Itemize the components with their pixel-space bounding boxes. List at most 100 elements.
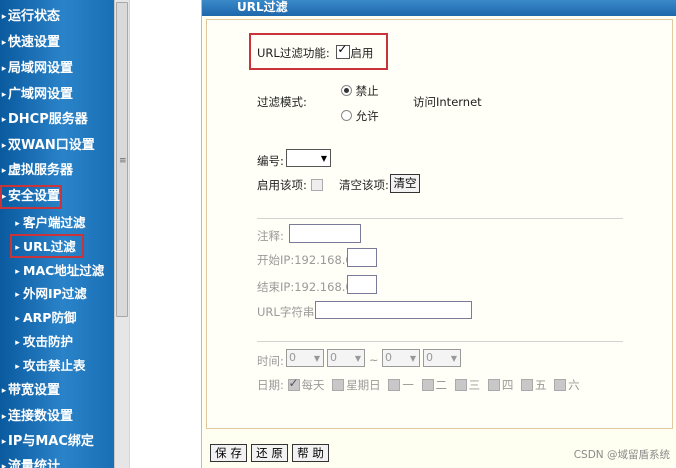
time-start-minute-select[interactable]: 0 ▼ [327, 349, 365, 367]
content-area: URL过滤 URL过滤功能: 启用 过滤模式: 禁止 允许 访问Internet… [201, 0, 676, 468]
help-button[interactable]: 帮 助 [292, 444, 329, 462]
radio-deny[interactable] [341, 85, 352, 96]
day-checkbox[interactable] [388, 379, 401, 391]
nav-item-quick-setup[interactable]: ▸ 快速设置 [0, 32, 60, 54]
bullet-icon: ▸ [1, 64, 7, 74]
url-string-label: URL字符串: [257, 305, 319, 319]
note-label: 注释: [257, 229, 284, 243]
day-checkbox[interactable] [554, 379, 567, 391]
security-highlight-box [0, 185, 62, 209]
enable-item-checkbox[interactable] [310, 179, 323, 191]
filter-function-checkbox[interactable] [336, 42, 351, 59]
day-thursday[interactable]: 四 [487, 377, 513, 393]
bullet-icon: ▸ [1, 437, 7, 447]
bullet-icon: ▸ [15, 314, 20, 324]
date-row: 日期: 每天 星期日 一 二 三 四 五 六 [257, 376, 584, 393]
time-end-hour-select[interactable]: 0 ▼ [382, 349, 420, 367]
day-checkbox[interactable] [421, 379, 434, 391]
chevron-down-icon: ▼ [409, 354, 416, 363]
day-wednesday[interactable]: 三 [454, 377, 480, 393]
sub-item-client-filter[interactable]: ▸ 客户端过滤 [12, 212, 85, 233]
chevron-down-icon: ▼ [354, 354, 361, 363]
nav-item-dual-wan[interactable]: ▸ 双WAN口设置 [0, 135, 95, 157]
bullet-icon: ▸ [1, 90, 7, 100]
restore-button[interactable]: 还 原 [251, 444, 288, 462]
chevron-down-icon: ▼ [450, 354, 457, 363]
bullet-icon: ▸ [1, 115, 7, 125]
time-start-hour-select[interactable]: 0 ▼ [286, 349, 324, 367]
bullet-icon: ▸ [1, 38, 7, 48]
number-select[interactable]: ▼ [286, 149, 331, 167]
time-end-minute-select[interactable]: 0 ▼ [423, 349, 461, 367]
url-string-input[interactable] [315, 301, 472, 319]
day-checkbox[interactable] [332, 379, 345, 391]
time-separator: ~ [369, 353, 379, 367]
bullet-icon: ▸ [1, 462, 7, 468]
day-monday[interactable]: 一 [388, 377, 414, 393]
chevron-down-icon: ▼ [313, 354, 320, 363]
url-filter-highlight-box [10, 234, 84, 258]
day-tuesday[interactable]: 二 [421, 377, 447, 393]
sub-item-attack-protection[interactable]: ▸ 攻击防护 [12, 331, 73, 352]
start-ip-input[interactable] [347, 248, 377, 267]
note-input[interactable] [289, 224, 361, 243]
bullet-icon: ▸ [15, 219, 20, 229]
filter-function-enable-label: 启用 [350, 46, 374, 60]
save-button[interactable]: 保 存 [210, 444, 247, 462]
grip-icon: ≡ [119, 156, 127, 166]
sub-item-mac-filter[interactable]: ▸ MAC地址过滤 [12, 260, 104, 281]
sub-item-wan-ip-filter[interactable]: ▸ 外网IP过滤 [12, 283, 87, 304]
nav-item-traffic-stats[interactable]: ▸ 流量统计 [0, 456, 60, 468]
filter-function-label: URL过滤功能: [257, 46, 330, 60]
nav-item-virtual-server[interactable]: ▸ 虚拟服务器 [0, 160, 73, 182]
nav-item-wan-settings[interactable]: ▸ 广域网设置 [0, 84, 73, 106]
nav-item-bandwidth[interactable]: ▸ 带宽设置 [0, 380, 60, 402]
url-filter-panel: URL过滤功能: 启用 过滤模式: 禁止 允许 访问Internet 编号: ▼… [206, 19, 673, 429]
bullet-icon: ▸ [15, 267, 20, 277]
number-label: 编号: [257, 154, 284, 168]
sub-item-arp-defense[interactable]: ▸ ARP防御 [12, 307, 76, 328]
day-friday[interactable]: 五 [520, 377, 546, 393]
date-label: 日期: [257, 378, 284, 392]
time-label: 时间: [257, 354, 284, 368]
divider [257, 218, 623, 219]
bullet-icon: ▸ [15, 338, 20, 348]
end-ip-label: 结束IP:192.168.0. [257, 280, 357, 294]
day-saturday[interactable]: 六 [554, 377, 580, 393]
clear-item-label: 清空该项: [339, 178, 389, 192]
filter-function-row: URL过滤功能: 启用 [257, 42, 374, 61]
sidebar-scrollbar[interactable]: ≡ [114, 0, 130, 468]
sidebar: ▸ 运行状态 ▸ 快速设置 ▸ 局域网设置 ▸ 广域网设置 ▸ DHCP服务器 ▸ 双WAN… [0, 0, 114, 468]
filter-mode-target: 访问Internet [413, 95, 482, 109]
bullet-icon: ▸ [1, 166, 7, 176]
scrollbar-thumb[interactable]: ≡ [116, 2, 128, 317]
bullet-icon: ▸ [1, 12, 7, 22]
day-everyday[interactable]: 每天 [287, 376, 325, 393]
chevron-down-icon: ▼ [320, 154, 327, 163]
bullet-icon: ▸ [1, 141, 7, 151]
divider [257, 341, 623, 342]
bullet-icon: ▸ [1, 386, 7, 396]
bullet-icon: ▸ [1, 412, 7, 422]
day-sunday[interactable]: 星期日 [332, 377, 381, 393]
sub-item-attack-block-list[interactable]: ▸ 攻击禁止表 [12, 355, 85, 376]
clear-button[interactable]: 清空 [390, 174, 420, 193]
radio-allow[interactable] [341, 110, 352, 121]
nav-item-connections[interactable]: ▸ 连接数设置 [0, 406, 73, 428]
nav-item-dhcp-server[interactable]: ▸ DHCP服务器 [0, 109, 88, 131]
nav-item-run-status[interactable]: ▸ 运行状态 [0, 6, 60, 28]
enable-item-row: 启用该项: [257, 177, 323, 193]
day-checkbox[interactable] [454, 379, 467, 391]
day-checkbox[interactable] [520, 379, 533, 391]
filter-mode-option-allow[interactable]: 允许 [341, 108, 379, 124]
nav-item-lan-settings[interactable]: ▸ 局域网设置 [0, 58, 73, 80]
filter-mode-option-deny[interactable]: 禁止 [341, 83, 379, 99]
nav-item-ip-mac-binding[interactable]: ▸ IP与MAC绑定 [0, 431, 94, 453]
day-checkbox[interactable] [487, 379, 500, 391]
bullet-icon: ▸ [15, 290, 20, 300]
watermark: CSDN @域留盾系统 [573, 449, 670, 461]
content-header: URL过滤 [202, 0, 676, 16]
end-ip-input[interactable] [347, 275, 377, 294]
enable-item-label: 启用该项: [257, 178, 307, 192]
day-checkbox[interactable] [287, 376, 300, 391]
